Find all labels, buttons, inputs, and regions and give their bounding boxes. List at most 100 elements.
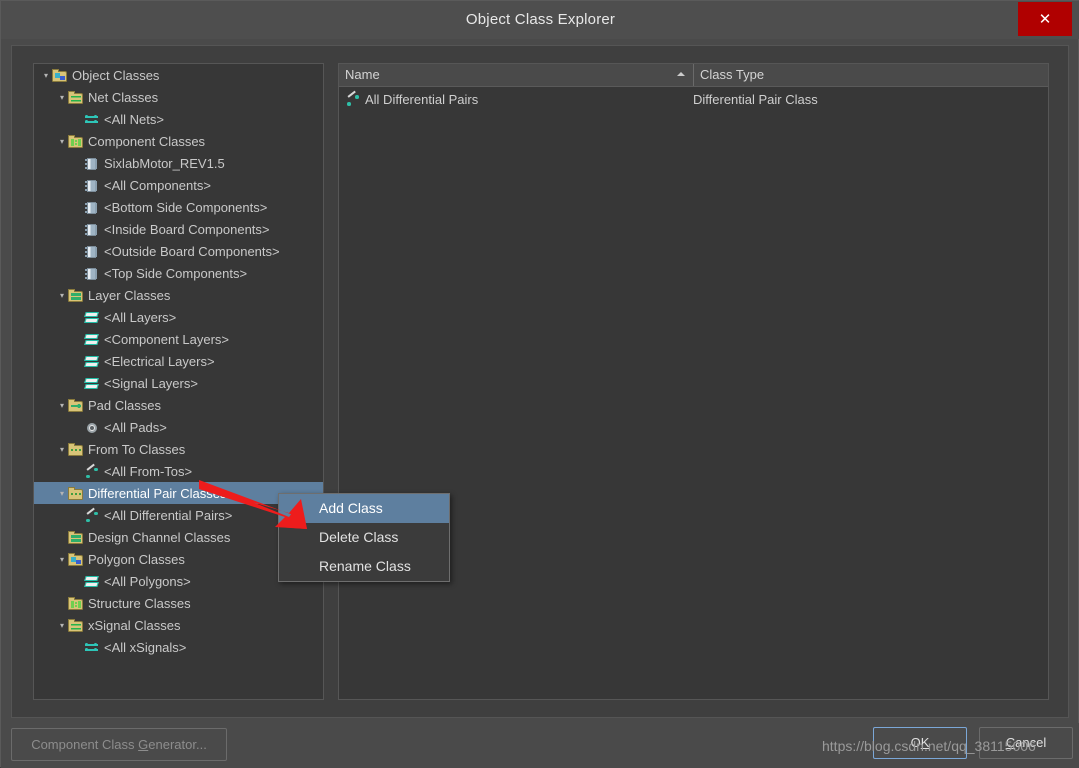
dialog-footer: Component Class Generator... OK Cancel — [1, 723, 1079, 768]
tree-item[interactable]: <Outside Board Components> — [34, 240, 323, 262]
chevron-down-icon[interactable]: ▾ — [56, 483, 68, 505]
cancel-button[interactable]: Cancel — [979, 727, 1073, 759]
twisty-placeholder — [72, 505, 84, 527]
twisty-placeholder — [72, 175, 84, 197]
class-members-list[interactable]: Name Class Type All Differential Pairs Di… — [338, 63, 1049, 700]
tree-item[interactable]: <Bottom Side Components> — [34, 196, 323, 218]
tree-item-label: Polygon Classes — [88, 551, 185, 567]
chevron-down-icon[interactable]: ▾ — [56, 549, 68, 571]
twisty-placeholder — [72, 197, 84, 219]
tree-item-label: <Component Layers> — [104, 331, 230, 347]
folder-polygon-icon — [52, 68, 68, 83]
twisty-placeholder — [72, 637, 84, 659]
chevron-down-icon[interactable]: ▾ — [56, 131, 68, 153]
tree-item[interactable]: ▾ Layer Classes — [34, 284, 323, 306]
tree-item[interactable]: <Component Layers> — [34, 328, 323, 350]
column-header-name[interactable]: Name — [339, 64, 693, 86]
object-class-explorer-window: Object Class Explorer ✕ ▾ Object Classes ▾… — [0, 0, 1079, 768]
tree-item[interactable]: <All Components> — [34, 174, 323, 196]
tree-item-label: <All Components> — [104, 177, 211, 193]
layer-icon — [84, 575, 100, 589]
column-header-class-type-label: Class Type — [700, 67, 765, 82]
twisty-placeholder — [72, 329, 84, 351]
tree-item[interactable]: <All Layers> — [34, 306, 323, 328]
twisty-placeholder — [72, 571, 84, 593]
layer-icon — [84, 311, 100, 325]
tree-item[interactable]: <Electrical Layers> — [34, 350, 323, 372]
tree-item[interactable]: <All Pads> — [34, 416, 323, 438]
folder-net-icon-inner — [71, 94, 81, 102]
cell-class-type: Differential Pair Class — [693, 91, 818, 107]
folder-layers-icon-inner — [71, 292, 81, 300]
component-icon — [84, 267, 100, 281]
tree-item[interactable]: ▾ Component Classes — [34, 130, 323, 152]
folder-layers-icon-inner — [71, 534, 81, 542]
net-icon — [84, 641, 100, 655]
layer-icon — [84, 377, 100, 391]
component-class-generator-button[interactable]: Component Class Generator... — [11, 728, 227, 761]
layer-icon — [84, 333, 100, 347]
chevron-down-icon[interactable]: ▾ — [56, 285, 68, 307]
object-class-tree[interactable]: ▾ Object Classes ▾ Net Classes <All Nets> ▾ C… — [33, 63, 324, 700]
tree-item[interactable]: SixlabMotor_REV1.5 — [34, 152, 323, 174]
folder-net-icon — [68, 90, 84, 105]
folder-pad-icon-inner — [71, 402, 81, 410]
ok-button[interactable]: OK — [873, 727, 967, 759]
chevron-down-icon[interactable]: ▾ — [40, 65, 52, 87]
tree-item[interactable]: <All xSignals> — [34, 636, 323, 658]
menu-item[interactable]: Add Class — [279, 494, 449, 523]
tree-item-label: <All Polygons> — [104, 573, 191, 589]
tree-item[interactable]: <All From-Tos> — [34, 460, 323, 482]
folder-struct-icon-inner — [71, 138, 81, 146]
folder-polygon-icon-inner — [71, 556, 81, 564]
cancel-button-label: Cancel — [1005, 735, 1047, 750]
tree-item[interactable]: <All Nets> — [34, 108, 323, 130]
tree-item-label: Pad Classes — [88, 397, 161, 413]
component-icon — [84, 223, 100, 237]
tree-item[interactable]: ▾ Pad Classes — [34, 394, 323, 416]
menu-item[interactable]: Delete Class — [279, 523, 449, 552]
tree-item[interactable]: <Signal Layers> — [34, 372, 323, 394]
twisty-placeholder — [72, 263, 84, 285]
chevron-down-icon[interactable]: ▾ — [56, 87, 68, 109]
tree-item-label: xSignal Classes — [88, 617, 181, 633]
chevron-down-icon[interactable]: ▾ — [56, 439, 68, 461]
tree-item[interactable]: ▾ From To Classes — [34, 438, 323, 460]
twisty-placeholder — [72, 219, 84, 241]
tree-item[interactable]: ▾ Object Classes — [34, 64, 323, 86]
tree-item-label: Layer Classes — [88, 287, 171, 303]
tree-item[interactable]: Structure Classes — [34, 592, 323, 614]
tree-item[interactable]: ▾ xSignal Classes — [34, 614, 323, 636]
tree-item-label: Component Classes — [88, 133, 206, 149]
chevron-down-icon[interactable]: ▾ — [56, 615, 68, 637]
context-menu[interactable]: Add Class Delete Class Rename Class — [278, 493, 450, 582]
tree-item[interactable]: <Inside Board Components> — [34, 218, 323, 240]
tree-item-label: <All Nets> — [104, 111, 164, 127]
tree-item[interactable]: <Top Side Components> — [34, 262, 323, 284]
tree-item-label: Net Classes — [88, 89, 159, 105]
tree-item[interactable]: ▾ Net Classes — [34, 86, 323, 108]
net-icon — [84, 113, 100, 127]
layer-icon — [84, 355, 100, 369]
column-header-class-type[interactable]: Class Type — [693, 64, 1048, 86]
chevron-down-icon[interactable]: ▾ — [56, 395, 68, 417]
menu-item[interactable]: Rename Class — [279, 552, 449, 581]
list-header-row: Name Class Type — [339, 64, 1048, 87]
close-button[interactable]: ✕ — [1018, 2, 1072, 36]
component-class-generator-label: Component Class Generator... — [31, 737, 207, 752]
tree-item-label: Differential Pair Classes — [88, 485, 227, 501]
folder-polygon-icon-inner — [55, 72, 65, 80]
sort-ascending-icon — [677, 72, 685, 76]
folder-pad-icon — [68, 398, 84, 413]
tree-item-label: <Top Side Components> — [104, 265, 248, 281]
tree-item-label: Object Classes — [72, 67, 160, 83]
ok-button-label: OK — [910, 735, 930, 750]
component-icon — [84, 245, 100, 259]
folder-dots-icon-inner — [71, 446, 81, 454]
component-icon — [84, 201, 100, 215]
twisty-placeholder — [56, 593, 68, 615]
table-row[interactable]: All Differential Pairs Differential Pair … — [339, 87, 1048, 111]
folder-polygon-icon — [68, 552, 84, 567]
twisty-placeholder — [72, 461, 84, 483]
component-icon — [84, 179, 100, 193]
